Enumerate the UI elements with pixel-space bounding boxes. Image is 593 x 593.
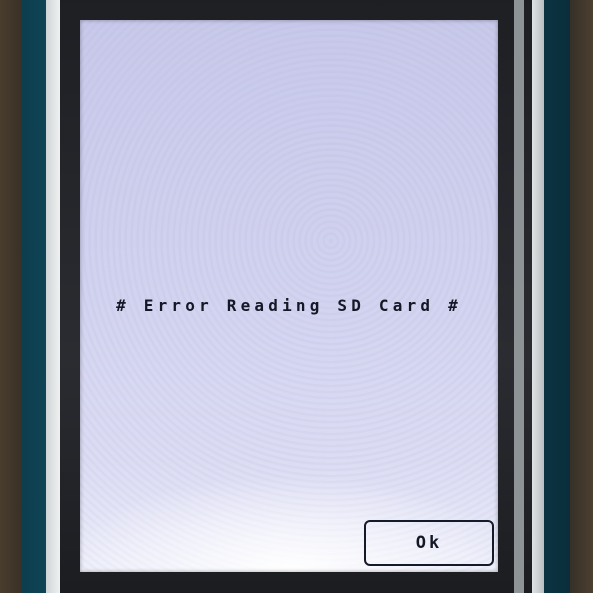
device-photo: # Error Reading SD Card # Ok xyxy=(0,0,593,593)
lcd-screen: # Error Reading SD Card # xyxy=(80,20,498,572)
ok-button[interactable]: Ok xyxy=(364,520,494,566)
error-message: # Error Reading SD Card # xyxy=(116,296,462,315)
display-edge xyxy=(514,0,524,593)
